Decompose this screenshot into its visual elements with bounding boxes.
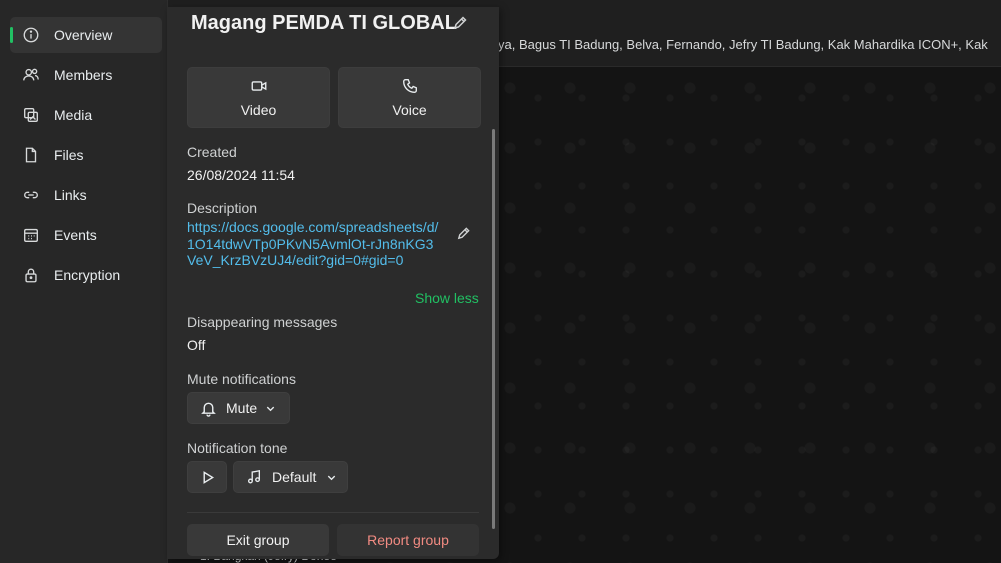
mute-dropdown-label: Mute [226, 400, 258, 416]
description-label: Description [187, 200, 258, 216]
chat-member-list[interactable]: ya, Bagus TI Badung, Belva, Fernando, Je… [498, 37, 988, 52]
mute-dropdown[interactable]: Mute [187, 392, 290, 424]
group-title: Magang PEMDA TI GLOBAL [191, 12, 457, 34]
disappearing-messages-value[interactable]: Off [187, 337, 205, 353]
info-icon [20, 24, 42, 46]
video-camera-icon [250, 77, 268, 102]
video-call-label: Video [240, 102, 277, 118]
link-icon [20, 184, 42, 206]
info-sidebar: Overview Members Media Files Links Event… [0, 0, 168, 563]
sidebar-item-members[interactable]: Members [10, 57, 162, 93]
edit-title-button[interactable] [452, 15, 468, 36]
tone-dropdown-label: Default [272, 469, 317, 485]
edit-description-button[interactable] [456, 226, 471, 246]
disappearing-messages-label: Disappearing messages [187, 314, 338, 330]
pencil-icon [456, 227, 471, 245]
exit-group-button[interactable]: Exit group [187, 524, 329, 556]
play-tone-button[interactable] [187, 461, 227, 493]
created-value: 26/08/2024 11:54 [187, 167, 295, 183]
chevron-down-icon [265, 403, 276, 414]
group-info-panel: Magang PEMDA TI GLOBAL Video Voice Creat… [167, 7, 499, 559]
sidebar-item-label: Media [54, 107, 93, 123]
tone-dropdown[interactable]: Default [233, 461, 348, 493]
play-icon [200, 470, 215, 485]
notification-tone-label: Notification tone [187, 440, 288, 456]
footer-divider [187, 512, 479, 513]
music-note-icon [246, 469, 262, 485]
show-less-link[interactable]: Show less [415, 290, 479, 306]
video-call-button[interactable]: Video [187, 67, 330, 128]
calendar-icon [20, 224, 42, 246]
description-link[interactable]: https://docs.google.com/spreadsheets/d/1… [187, 219, 439, 269]
voice-call-button[interactable]: Voice [338, 67, 481, 128]
created-label: Created [187, 144, 237, 160]
members-icon [20, 64, 42, 86]
sidebar-item-label: Overview [54, 27, 113, 43]
sidebar-item-links[interactable]: Links [10, 177, 162, 213]
sidebar-item-encryption[interactable]: Encryption [10, 257, 162, 293]
report-group-button[interactable]: Report group [337, 524, 479, 556]
sidebar-item-label: Files [54, 147, 84, 163]
bell-icon [200, 400, 217, 417]
chevron-down-icon [326, 472, 337, 483]
voice-call-label: Voice [392, 102, 427, 118]
sidebar-item-label: Encryption [54, 267, 121, 283]
sidebar-item-label: Events [54, 227, 97, 243]
sidebar-item-files[interactable]: Files [10, 137, 162, 173]
panel-scrollbar[interactable] [492, 129, 495, 529]
lock-icon [20, 264, 42, 286]
media-icon [20, 104, 42, 126]
sidebar-item-overview[interactable]: Overview [10, 17, 162, 53]
phone-icon [401, 77, 419, 102]
mute-notifications-label: Mute notifications [187, 371, 296, 387]
sidebar-item-label: Links [54, 187, 87, 203]
file-icon [20, 144, 42, 166]
sidebar-item-media[interactable]: Media [10, 97, 162, 133]
sidebar-item-events[interactable]: Events [10, 217, 162, 253]
pencil-icon [452, 16, 468, 35]
sidebar-item-label: Members [54, 67, 113, 83]
